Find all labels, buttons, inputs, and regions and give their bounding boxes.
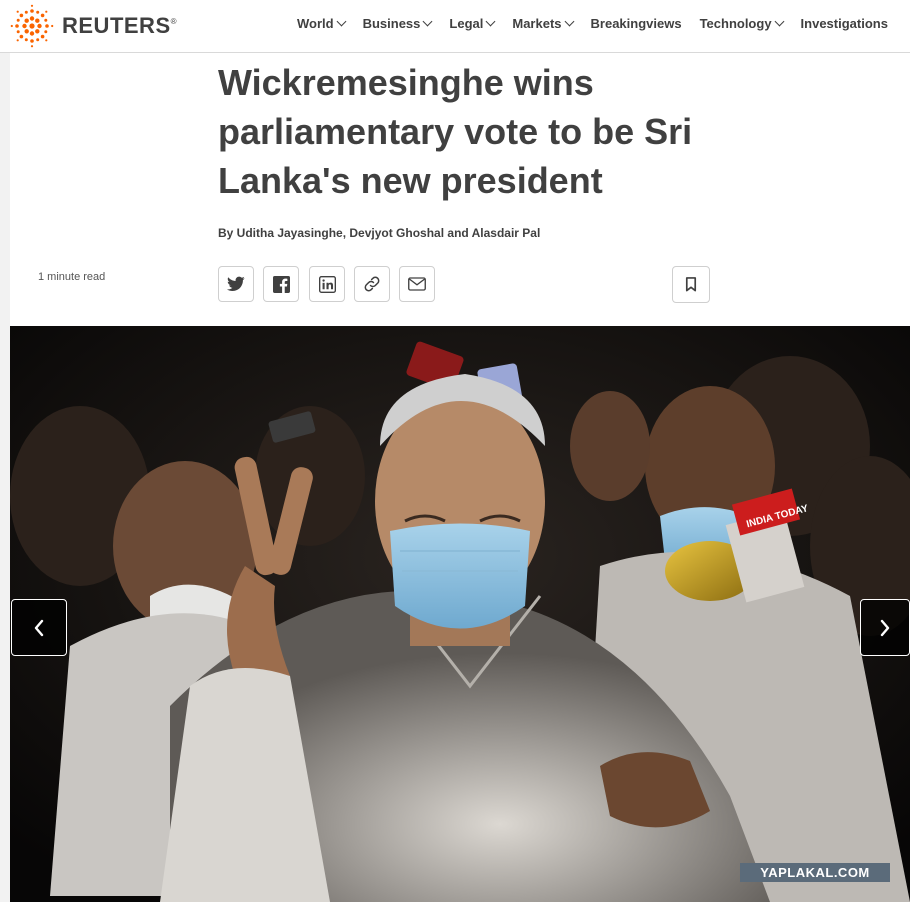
chevron-down-icon [336,16,347,27]
gallery-prev-button[interactable] [11,599,67,656]
read-time: 1 minute read [38,271,106,283]
main-menu: World Business Legal Markets Breakingvie… [297,16,906,31]
article-byline: By Uditha Jayasinghe, Devjyot Ghoshal an… [218,226,541,240]
nav-item-investigations[interactable]: Investigations [801,16,888,31]
reuters-logo-icon [10,4,54,48]
chevron-down-icon [564,16,574,27]
share-linkedin-button[interactable] [309,266,345,302]
bookmark-button[interactable] [672,266,710,303]
nav-item-world[interactable]: World [297,16,347,31]
chevron-down-icon [485,16,496,27]
facebook-icon [272,275,290,293]
nav-item-markets[interactable]: Markets [512,16,574,31]
site-watermark: YAPLAKAL.COM [740,863,890,882]
bookmark-icon [685,277,697,292]
chevron-left-icon [34,619,44,636]
reuters-logo[interactable]: REUTERS® [10,4,177,48]
chevron-right-icon [880,619,890,636]
email-icon [408,277,426,291]
twitter-icon [227,276,245,291]
nav-item-business[interactable]: Business [363,16,433,31]
brand-name: REUTERS® [62,13,178,38]
left-gutter [0,53,10,902]
linkedin-icon [318,275,336,293]
share-facebook-button[interactable] [263,266,299,302]
article-headline: Wickremesinghe wins parliamentary vote t… [218,62,693,201]
chevron-down-icon [774,16,784,27]
nav-item-legal[interactable]: Legal [449,16,496,31]
chevron-down-icon [422,16,433,27]
hero-photo: INDIA TODAY [10,326,910,902]
share-twitter-button[interactable] [218,266,254,302]
nav-item-technology[interactable]: Technology [700,16,784,31]
copy-link-button[interactable] [354,266,390,302]
top-nav: REUTERS® World Business Legal Markets Br… [0,0,910,53]
hero-photo-illustration: INDIA TODAY [10,326,910,902]
gallery-next-button[interactable] [860,599,910,656]
share-email-button[interactable] [399,266,435,302]
link-icon [364,276,380,292]
nav-item-breakingviews[interactable]: Breakingviews [591,16,682,31]
